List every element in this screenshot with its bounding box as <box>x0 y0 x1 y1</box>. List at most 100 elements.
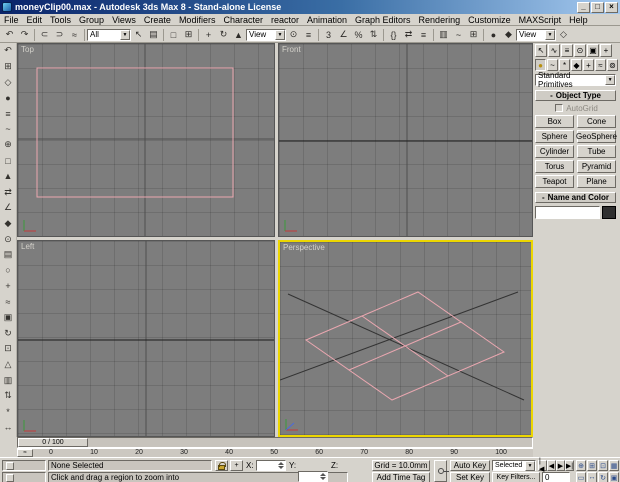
quick-render-icon[interactable]: ◇ <box>556 28 571 42</box>
mirror-icon[interactable]: ⇄ <box>401 28 416 42</box>
category-systems-icon[interactable]: ⊚ <box>607 59 618 71</box>
sphere-button[interactable]: Sphere <box>535 130 574 143</box>
left-tool-icon[interactable]: ↶ <box>1 43 16 59</box>
object-type-rollout[interactable]: - Object Type <box>535 90 616 101</box>
arc-rotate-icon[interactable]: ↻ <box>598 472 608 482</box>
teapot-button[interactable]: Teapot <box>535 175 574 188</box>
category-cameras-icon[interactable]: ◆ <box>571 59 582 71</box>
left-tool-icon[interactable]: ⊕ <box>1 137 16 153</box>
left-tool-icon[interactable]: ∠ <box>1 200 16 216</box>
pan-icon[interactable]: ↔ <box>587 472 597 482</box>
left-tool-icon[interactable]: ▣ <box>1 310 16 326</box>
play-button[interactable]: ▶ <box>556 460 565 471</box>
material-editor-icon[interactable]: ● <box>486 28 501 42</box>
left-tool-icon[interactable]: ⇅ <box>1 388 16 404</box>
spinner-snap-icon[interactable]: ⇅ <box>366 28 381 42</box>
use-center-icon[interactable]: ⊙ <box>286 28 301 42</box>
close-button[interactable]: × <box>605 1 618 13</box>
zoom-extents-all-icon[interactable]: ▦ <box>609 460 619 471</box>
tab-motion[interactable]: ⊙ <box>574 44 586 57</box>
torus-button[interactable]: Torus <box>535 160 574 173</box>
mini-curve-editor-button[interactable]: ≈ <box>17 449 33 457</box>
menu-tools[interactable]: Tools <box>46 15 75 25</box>
render-scene-icon[interactable]: ◆ <box>501 28 516 42</box>
menu-group[interactable]: Group <box>75 15 108 25</box>
left-tool-icon[interactable]: □ <box>1 153 16 169</box>
menu-modifiers[interactable]: Modifiers <box>175 15 220 25</box>
category-shapes-icon[interactable]: ~ <box>547 59 558 71</box>
selection-lock-button[interactable] <box>215 460 228 471</box>
current-frame-field[interactable]: 0 <box>542 472 570 482</box>
spinner-icon[interactable] <box>277 462 284 469</box>
category-lights-icon[interactable]: * <box>559 59 570 71</box>
redo-icon[interactable]: ↷ <box>17 28 32 42</box>
category-geometry-icon[interactable]: ● <box>535 59 546 71</box>
key-mode-dropdown[interactable]: Selected ▼ <box>492 460 536 471</box>
left-tool-icon[interactable]: ↔ <box>1 420 16 436</box>
left-tool-icon[interactable]: ● <box>1 90 16 106</box>
cylinder-button[interactable]: Cylinder <box>535 145 574 158</box>
tube-button[interactable]: Tube <box>577 145 616 158</box>
viewport-perspective-active[interactable]: Perspective <box>278 240 533 437</box>
x-coordinate-field[interactable] <box>256 460 286 471</box>
left-tool-icon[interactable]: + <box>1 278 16 294</box>
left-tool-icon[interactable]: ⊞ <box>1 59 16 75</box>
track-bar[interactable]: ≈ 0 10 20 30 40 50 60 70 80 90 100 <box>17 448 533 457</box>
maxscript-mini-listener-top[interactable] <box>2 460 46 471</box>
layer-manager-icon[interactable]: ▥ <box>436 28 451 42</box>
unlink-icon[interactable]: ⊃ <box>52 28 67 42</box>
left-tool-icon[interactable]: ▥ <box>1 372 16 388</box>
select-move-icon[interactable]: + <box>201 28 216 42</box>
autogrid-checkbox[interactable] <box>555 104 564 112</box>
menu-reactor[interactable]: reactor <box>267 15 303 25</box>
previous-frame-button[interactable]: ◀ <box>547 460 556 471</box>
left-tool-icon[interactable]: ◇ <box>1 74 16 90</box>
left-tool-icon[interactable]: ▤ <box>1 247 16 263</box>
set-key-button[interactable]: Set Key <box>450 472 490 482</box>
primitive-category-dropdown[interactable]: Standard Primitives ▼ <box>535 71 616 89</box>
bind-to-spacewarp-icon[interactable]: ≈ <box>67 28 82 42</box>
menu-customize[interactable]: Customize <box>464 15 515 25</box>
spinner-icon[interactable] <box>319 473 326 480</box>
left-tool-icon[interactable]: * <box>1 404 16 420</box>
object-name-field[interactable] <box>535 206 600 219</box>
tab-create[interactable]: ↖ <box>535 44 547 57</box>
left-tool-icon[interactable]: ◆ <box>1 216 16 232</box>
viewport-left[interactable]: Left <box>17 240 275 437</box>
go-to-start-button[interactable]: |◀ <box>538 458 547 473</box>
select-manipulate-icon[interactable]: ≡ <box>301 28 316 42</box>
key-filters-button[interactable]: Key Filters... <box>492 472 540 482</box>
menu-graph-editors[interactable]: Graph Editors <box>351 15 415 25</box>
absolute-offset-toggle[interactable]: + <box>230 460 243 471</box>
maximize-viewport-toggle-icon[interactable]: ▣ <box>609 472 619 482</box>
menu-create[interactable]: Create <box>140 15 175 25</box>
menu-maxscript[interactable]: MAXScript <box>515 15 566 25</box>
box-button[interactable]: Box <box>535 115 574 128</box>
category-helpers-icon[interactable]: + <box>583 59 594 71</box>
menu-views[interactable]: Views <box>108 15 140 25</box>
category-spacewarps-icon[interactable]: ≈ <box>595 59 606 71</box>
left-tool-icon[interactable]: ⊡ <box>1 341 16 357</box>
time-slider-handle[interactable]: 0 / 100 <box>18 438 88 447</box>
tab-hierarchy[interactable]: ≡ <box>561 44 573 57</box>
angle-snap-icon[interactable]: ∠ <box>336 28 351 42</box>
name-and-color-rollout[interactable]: - Name and Color <box>535 192 616 203</box>
tab-display[interactable]: ▣ <box>587 44 599 57</box>
go-to-end-button[interactable]: ▶| <box>565 460 574 471</box>
align-icon[interactable]: ≡ <box>416 28 431 42</box>
minimize-button[interactable]: _ <box>577 1 590 13</box>
viewport-front[interactable]: Front <box>278 43 533 237</box>
left-tool-icon[interactable]: ⇄ <box>1 184 16 200</box>
percent-snap-icon[interactable]: % <box>351 28 366 42</box>
object-color-swatch[interactable] <box>602 206 616 219</box>
zoom-extents-icon[interactable]: ⊡ <box>598 460 608 471</box>
pyramid-button[interactable]: Pyramid <box>577 160 616 173</box>
maxscript-mini-listener-bottom[interactable] <box>2 472 46 482</box>
geosphere-button[interactable]: GeoSphere <box>576 130 617 143</box>
left-tool-icon[interactable]: ⊙ <box>1 231 16 247</box>
add-time-tag[interactable]: Add Time Tag <box>372 472 430 482</box>
menu-help[interactable]: Help <box>565 15 592 25</box>
select-by-name-icon[interactable]: ▤ <box>146 28 161 42</box>
coord-system-dropdown[interactable]: View ▼ <box>246 28 286 41</box>
plane-button[interactable]: Plane <box>577 175 616 188</box>
